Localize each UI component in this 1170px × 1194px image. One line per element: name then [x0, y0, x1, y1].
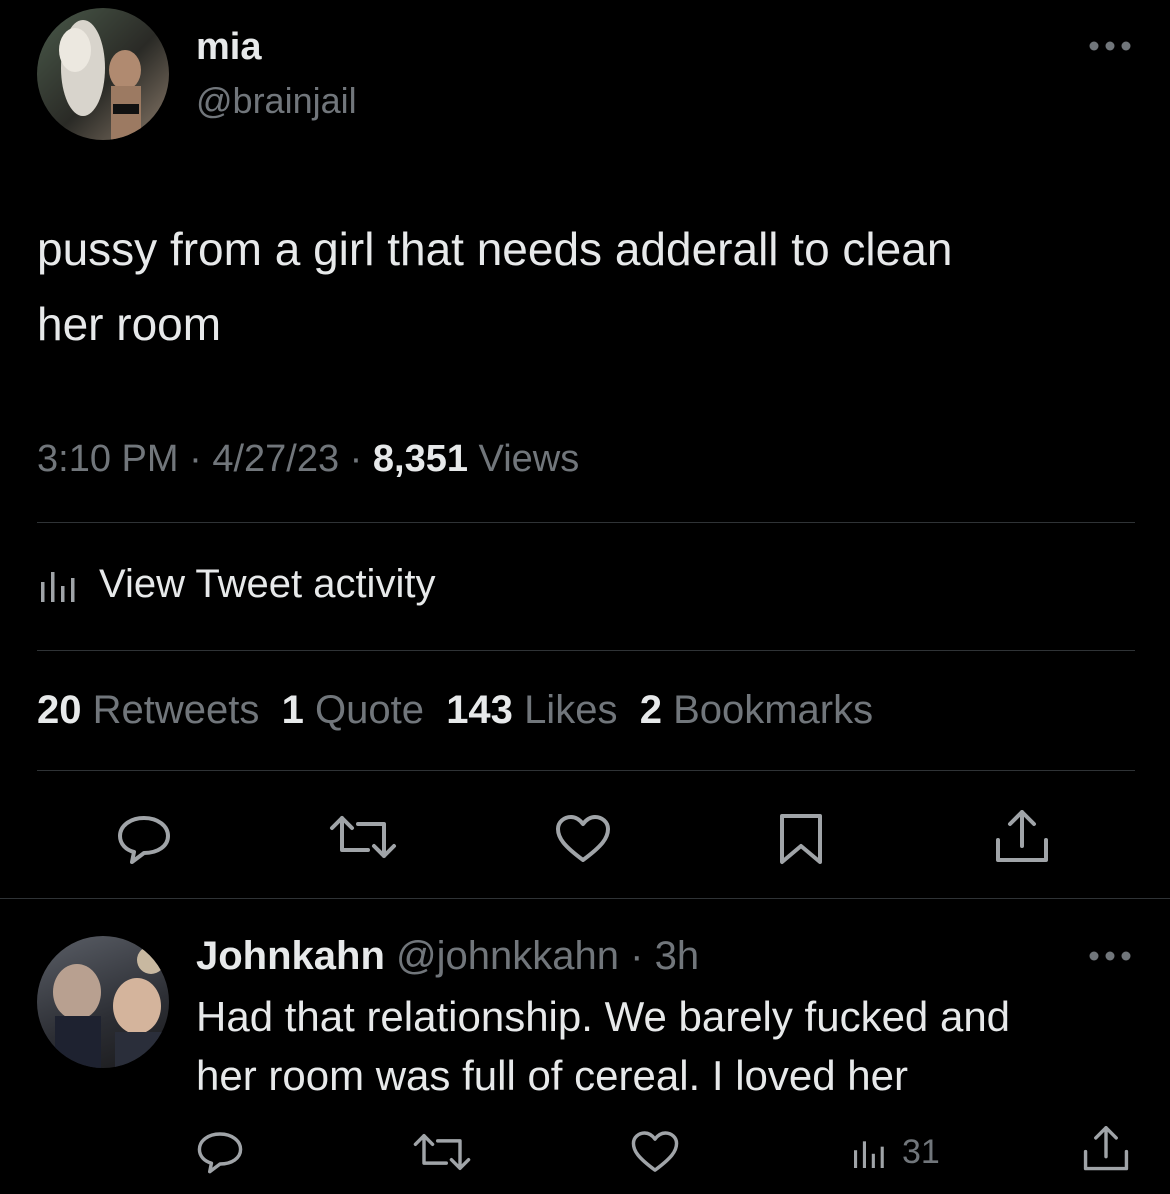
reply-views-count: 31 — [902, 1132, 940, 1171]
section-divider — [0, 898, 1170, 899]
likes-label: Likes — [524, 688, 618, 732]
meta-separator: · — [349, 438, 363, 480]
tweet-text-line-1: pussy from a girl that needs adderall to… — [37, 223, 953, 275]
author-name[interactable]: mia — [196, 26, 261, 69]
author-avatar[interactable] — [37, 8, 169, 140]
reply-share-icon[interactable] — [1082, 1126, 1130, 1172]
share-icon[interactable] — [994, 810, 1050, 864]
reply-retweet-icon[interactable] — [412, 1132, 472, 1172]
views-label: Views — [478, 438, 580, 480]
bookmarks-label: Bookmarks — [673, 688, 874, 732]
bookmarks-stat[interactable]: 2 Bookmarks — [640, 688, 873, 732]
divider — [37, 770, 1135, 771]
like-icon[interactable] — [554, 814, 612, 864]
author-handle[interactable]: @brainjail — [196, 80, 357, 122]
retweets-label: Retweets — [92, 688, 260, 732]
view-activity-label: View Tweet activity — [99, 561, 436, 606]
quotes-count: 1 — [281, 688, 304, 732]
reply-avatar[interactable] — [37, 936, 169, 1068]
reply-age[interactable]: 3h — [655, 934, 700, 978]
retweets-stat[interactable]: 20 Retweets — [37, 688, 259, 732]
quotes-label: Quote — [314, 688, 424, 732]
bookmarks-count: 2 — [639, 688, 662, 732]
reply-separator: · — [630, 934, 644, 978]
reply-header: Johnkahn @johnkkahn · 3h — [196, 934, 699, 979]
view-activity-link[interactable]: View Tweet activity — [37, 560, 435, 608]
meta-separator: · — [189, 438, 202, 480]
tweet-stats: 20 Retweets 1 Quote 143 Likes 2 Bookmark… — [37, 688, 873, 733]
reply-views[interactable]: 31 — [850, 1132, 940, 1172]
retweet-icon[interactable] — [328, 814, 398, 860]
reply-reply-icon[interactable] — [196, 1130, 244, 1174]
quotes-stat[interactable]: 1 Quote — [282, 688, 424, 732]
reply-text-line-2: her room was full of cereal. I loved her — [196, 1052, 908, 1099]
likes-count: 143 — [446, 688, 513, 732]
divider — [37, 650, 1135, 651]
more-options-icon[interactable] — [1088, 40, 1132, 52]
reply-author-handle[interactable]: @johnkkahn — [396, 934, 619, 978]
views-count: 8,351 — [372, 438, 468, 480]
reply-analytics-icon — [850, 1136, 890, 1168]
bookmark-icon[interactable] — [778, 812, 824, 866]
reply-text-line-1: Had that relationship. We barely fucked … — [196, 993, 1011, 1040]
reply-author-name[interactable]: Johnkahn — [196, 934, 385, 978]
analytics-icon — [37, 566, 81, 602]
retweets-count: 20 — [37, 688, 82, 732]
reply-like-icon[interactable] — [630, 1130, 680, 1174]
tweet-time[interactable]: 3:10 PM — [37, 438, 179, 480]
reply-icon[interactable] — [116, 814, 172, 864]
tweet-meta: 3:10 PM · 4/27/23 · 8,351 Views — [37, 438, 579, 481]
reply-more-options-icon[interactable] — [1088, 950, 1132, 962]
tweet-text-line-2: her room — [37, 298, 222, 350]
divider — [37, 522, 1135, 523]
tweet-date[interactable]: 4/27/23 — [212, 438, 339, 480]
likes-stat[interactable]: 143 Likes — [446, 688, 617, 732]
